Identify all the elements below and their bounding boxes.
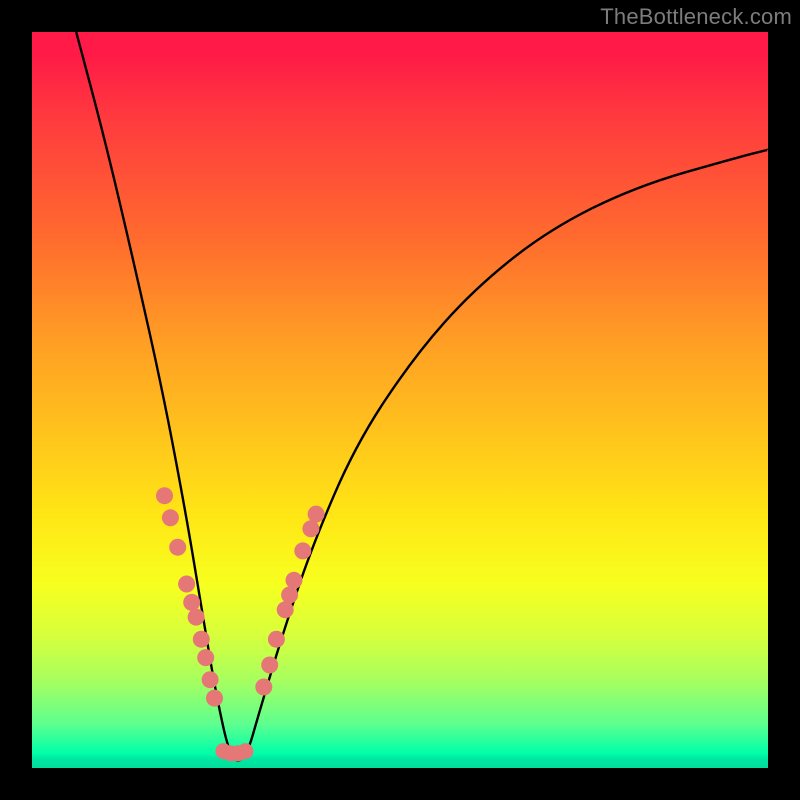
plot-area <box>32 32 768 768</box>
dot <box>255 679 272 696</box>
dot <box>202 671 219 688</box>
dot <box>261 657 278 674</box>
dot <box>206 690 223 707</box>
dot <box>277 601 294 618</box>
dot <box>162 509 179 526</box>
watermark-text: TheBottleneck.com <box>600 4 792 30</box>
dot <box>188 609 205 626</box>
dot <box>169 539 186 556</box>
data-dots <box>156 487 325 761</box>
dot <box>178 576 195 593</box>
dot <box>308 506 325 523</box>
dot <box>183 594 200 611</box>
dot <box>268 631 285 648</box>
bottleneck-curve <box>76 32 768 761</box>
dot <box>237 743 253 759</box>
dot <box>286 572 303 589</box>
dot <box>281 587 298 604</box>
dot <box>197 649 214 666</box>
dot <box>156 487 173 504</box>
dot <box>193 631 210 648</box>
dot <box>294 542 311 559</box>
plot-svg <box>32 32 768 768</box>
dot <box>302 520 319 537</box>
chart-frame: TheBottleneck.com <box>0 0 800 800</box>
